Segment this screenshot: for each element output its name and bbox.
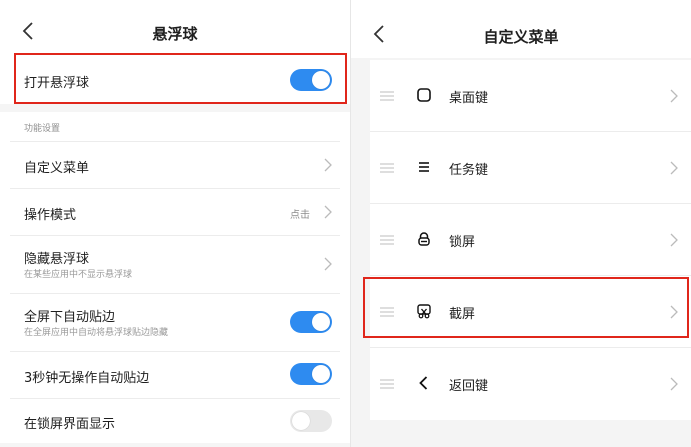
operation-mode-row[interactable]: 操作模式 点击 xyxy=(10,189,340,235)
left-header: 悬浮球 xyxy=(0,0,350,60)
open-floating-ball-row[interactable]: 打开悬浮球 xyxy=(10,56,340,104)
idle-auto-edge-row[interactable]: 3秒钟无操作自动贴边 xyxy=(10,352,340,398)
open-floating-ball-label: 打开悬浮球 xyxy=(24,76,90,91)
hide-floating-ball-label: 隐藏悬浮球 xyxy=(24,252,90,267)
screenshot-scissors-icon xyxy=(417,304,431,319)
section-gap xyxy=(0,104,350,112)
menu-item-label: 任务键 xyxy=(449,163,489,178)
page-title: 悬浮球 xyxy=(152,25,198,43)
chevron-right-icon xyxy=(670,161,678,175)
drag-handle-icon[interactable] xyxy=(380,163,394,173)
back-arrow-icon xyxy=(419,376,428,390)
drag-handle-icon[interactable] xyxy=(380,307,394,317)
menu-item-screenshot[interactable]: 截屏 xyxy=(370,276,691,348)
home-square-icon xyxy=(417,88,431,102)
toggle-knob xyxy=(312,313,330,331)
hide-floating-ball-subtitle: 在某些应用中不显示悬浮球 xyxy=(24,270,133,280)
idle-auto-edge-label: 3秒钟无操作自动贴边 xyxy=(24,371,150,386)
fullscreen-auto-edge-subtitle: 在全屏应用中自动将悬浮球贴边隐藏 xyxy=(24,328,169,338)
toggle-knob xyxy=(312,71,330,89)
toggle-knob xyxy=(312,365,330,383)
operation-mode-value: 点击 xyxy=(290,210,310,221)
menu-item-label: 截屏 xyxy=(449,307,476,322)
menu-item-label: 返回键 xyxy=(449,379,489,394)
operation-mode-label: 操作模式 xyxy=(24,208,77,223)
menu-item-label: 桌面键 xyxy=(449,91,489,106)
menu-item-desktop-key[interactable]: 桌面键 xyxy=(370,60,691,132)
drag-handle-icon[interactable] xyxy=(380,235,394,245)
drag-handle-icon[interactable] xyxy=(380,379,394,389)
menu-item-back-key[interactable]: 返回键 xyxy=(370,348,691,420)
chevron-right-icon xyxy=(670,233,678,247)
chevron-right-icon xyxy=(670,305,678,319)
menu-item-lock-screen[interactable]: 锁屏 xyxy=(370,204,691,276)
bottom-gap xyxy=(0,443,350,447)
chevron-right-icon xyxy=(670,89,678,103)
lock-icon xyxy=(418,232,430,246)
open-floating-ball-toggle[interactable] xyxy=(290,69,332,91)
drag-handle-icon[interactable] xyxy=(380,91,394,101)
hide-floating-ball-row[interactable]: 隐藏悬浮球 在某些应用中不显示悬浮球 xyxy=(10,236,340,293)
chevron-right-icon xyxy=(324,257,332,271)
menu-item-label: 锁屏 xyxy=(449,235,476,250)
custom-menu-row[interactable]: 自定义菜单 xyxy=(10,142,340,188)
fullscreen-auto-edge-row[interactable]: 全屏下自动贴边 在全屏应用中自动将悬浮球贴边隐藏 xyxy=(10,294,340,351)
floating-ball-settings-panel: 悬浮球 打开悬浮球 功能设置 自定义菜单 操作模式 点击 隐藏悬浮球 在某些应用… xyxy=(0,0,350,447)
chevron-right-icon xyxy=(670,377,678,391)
toggle-knob xyxy=(292,412,310,430)
page-title: 自定义菜单 xyxy=(483,28,559,46)
menu-item-task-key[interactable]: 任务键 xyxy=(370,132,691,204)
section-label: 功能设置 xyxy=(24,124,61,134)
lockscreen-display-label: 在锁屏界面显示 xyxy=(24,417,116,432)
chevron-right-icon xyxy=(324,158,332,172)
custom-menu-panel: 自定义菜单 桌面键 任务键 锁屏 截屏 返回键 xyxy=(351,0,691,447)
menu-lines-icon xyxy=(419,162,429,172)
chevron-right-icon xyxy=(324,205,332,219)
fullscreen-auto-edge-toggle[interactable] xyxy=(290,311,332,333)
lockscreen-display-toggle[interactable] xyxy=(290,410,332,432)
right-header: 自定义菜单 xyxy=(351,0,691,58)
lockscreen-display-row[interactable]: 在锁屏界面显示 xyxy=(10,399,340,443)
fullscreen-auto-edge-label: 全屏下自动贴边 xyxy=(24,310,116,325)
custom-menu-label: 自定义菜单 xyxy=(24,161,90,176)
idle-auto-edge-toggle[interactable] xyxy=(290,363,332,385)
